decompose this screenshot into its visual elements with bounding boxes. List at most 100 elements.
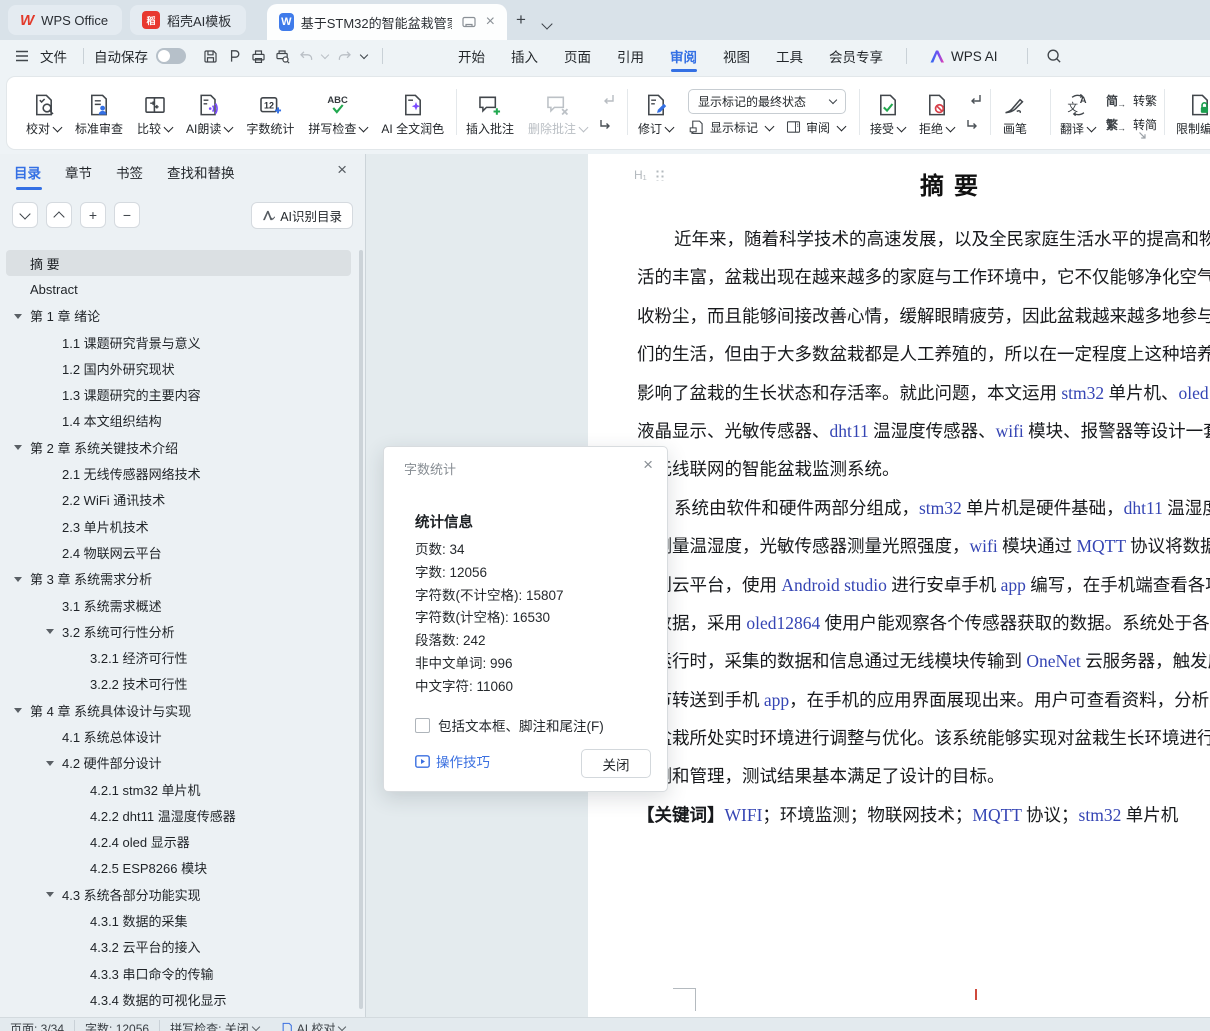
standard-review-button[interactable]: 标准审查	[68, 85, 130, 139]
toc-item[interactable]: 4.3.4 数据的可视化显示	[6, 986, 351, 1012]
undo-dropdown-icon[interactable]	[320, 46, 330, 66]
toc-item[interactable]: 第 2 章 系统关键技术介绍	[6, 434, 351, 460]
compare-button[interactable]: 比较	[130, 85, 179, 139]
menu-reference[interactable]: 引用	[604, 40, 657, 72]
toc-next-button[interactable]	[12, 202, 38, 228]
autosave-toggle[interactable]	[156, 48, 186, 64]
ai-recognize-toc-button[interactable]: AI识别目录	[251, 202, 353, 229]
menu-view[interactable]: 视图	[710, 40, 763, 72]
reject-button[interactable]: 拒绝	[912, 85, 961, 139]
collapse-triangle-icon[interactable]	[46, 629, 54, 634]
menu-page[interactable]: 页面	[551, 40, 604, 72]
checkbox-icon[interactable]	[415, 718, 430, 733]
traditional-to-simplified-button[interactable]: 繁→ 转简	[1106, 116, 1157, 133]
toc-collapse-button[interactable]: −	[114, 202, 140, 228]
print-preview-icon[interactable]	[272, 46, 292, 66]
toc-item[interactable]: 第 4 章 系统具体设计与实现	[6, 697, 351, 723]
next-comment-icon[interactable]	[598, 117, 616, 133]
menu-insert[interactable]: 插入	[498, 40, 551, 72]
toc-item[interactable]: 4.3.1 数据的采集	[6, 907, 351, 933]
search-icon[interactable]	[1044, 46, 1064, 66]
collapse-triangle-icon[interactable]	[14, 445, 22, 450]
toc-item[interactable]: 4.2 硬件部分设计	[6, 750, 351, 776]
toc-item[interactable]: 2.1 无线传感器网络技术	[6, 460, 351, 486]
next-change-icon[interactable]	[965, 117, 983, 133]
toc-item[interactable]: 1.3 课题研究的主要内容	[6, 381, 351, 407]
restrict-editing-button[interactable]: 限制编辑	[1169, 85, 1210, 139]
toc-item[interactable]: 4.3 系统各部分功能实现	[6, 881, 351, 907]
word-count-indicator[interactable]: 字数: 12056	[85, 1020, 149, 1031]
menu-home[interactable]: 开始	[445, 40, 498, 72]
tab-wps-office[interactable]: W WPS Office	[8, 5, 122, 35]
tips-link[interactable]: 操作技巧	[415, 751, 490, 771]
toc-item[interactable]: 3.2 系统可行性分析	[6, 618, 351, 644]
proofread-button[interactable]: 校对	[19, 85, 68, 139]
toc-item[interactable]: 1.1 课题研究背景与意义	[6, 329, 351, 355]
toc-item[interactable]: 2.3 单片机技术	[6, 513, 351, 539]
menu-review[interactable]: 审阅	[657, 40, 710, 72]
tab-document[interactable]: W 基于STM32的智能盆栽管家系统 ×	[267, 4, 507, 40]
toc-item[interactable]: 3.2.2 技术可行性	[6, 671, 351, 697]
spell-check-indicator[interactable]: 拼写检查: 关闭	[170, 1020, 259, 1031]
tab-list-chevron-icon[interactable]	[543, 13, 551, 33]
previous-comment-icon[interactable]	[598, 92, 616, 108]
quick-access-chevron-icon[interactable]	[358, 46, 370, 66]
close-tab-icon[interactable]: ×	[486, 13, 495, 31]
sidebar-tab-contents[interactable]: 目录	[14, 162, 41, 190]
collapse-triangle-icon[interactable]	[46, 761, 54, 766]
collapse-triangle-icon[interactable]	[14, 577, 22, 582]
menu-tools[interactable]: 工具	[763, 40, 816, 72]
toc-item[interactable]: 3.1 系统需求概述	[6, 592, 351, 618]
sidebar-tab-find-replace[interactable]: 查找和替换	[167, 162, 235, 190]
ai-proofread-indicator[interactable]: AI 校对	[281, 1020, 346, 1031]
redo-icon[interactable]	[334, 46, 354, 66]
accept-button[interactable]: 接受	[863, 85, 912, 139]
track-changes-button[interactable]: 修订	[631, 85, 680, 139]
toc-item[interactable]: 1.4 本文组织结构	[6, 408, 351, 434]
toc-item[interactable]: 4.2.1 stm32 单片机	[6, 776, 351, 802]
sidebar-tab-bookmarks[interactable]: 书签	[116, 162, 143, 190]
collapse-triangle-icon[interactable]	[46, 892, 54, 897]
document-page[interactable]: H₁ 摘 要 近年来，随着科学技术的高速发展，以及全民家庭生活水平的提高和物质生…	[588, 154, 1210, 1017]
print-icon[interactable]	[248, 46, 268, 66]
hamburger-icon[interactable]	[12, 46, 32, 66]
menu-member[interactable]: 会员专享	[816, 40, 896, 72]
close-button[interactable]: 关闭	[581, 749, 651, 778]
sidebar-close-icon[interactable]: ×	[337, 160, 347, 180]
ai-polish-button[interactable]: AI 全文润色	[374, 85, 451, 139]
show-markup-button[interactable]: 显示标记	[688, 119, 773, 136]
toc-item[interactable]: 第 3 章 系统需求分析	[6, 566, 351, 592]
review-pane-button[interactable]: 审阅	[785, 119, 845, 136]
new-tab-icon[interactable]: +	[516, 10, 526, 30]
toc-item[interactable]: 2.4 物联网云平台	[6, 539, 351, 565]
toc-expand-button[interactable]: +	[80, 202, 106, 228]
simplified-to-traditional-button[interactable]: 简→ 转繁	[1106, 92, 1157, 109]
file-menu[interactable]: 文件	[34, 40, 73, 72]
page-indicator[interactable]: 页面: 3/34	[10, 1020, 64, 1031]
delete-comment-button[interactable]: 删除批注	[521, 85, 594, 139]
sidebar-scrollbar[interactable]	[359, 250, 363, 1009]
toc-item[interactable]: 4.2.5 ESP8266 模块	[6, 855, 351, 881]
group-expand-icon[interactable]	[1138, 131, 1147, 140]
export-pdf-icon[interactable]	[224, 46, 244, 66]
toc-item[interactable]: 1.2 国内外研究现状	[6, 355, 351, 381]
toc-item[interactable]: 第 1 章 绪论	[6, 303, 351, 329]
wps-ai-button[interactable]: WPS AI	[917, 40, 1011, 72]
ink-pen-button[interactable]: 画笔	[995, 85, 1035, 139]
sidebar-tab-chapters[interactable]: 章节	[65, 162, 92, 190]
toc-item[interactable]: 4.2.4 oled 显示器	[6, 829, 351, 855]
toc-item[interactable]: 4.3.2 云平台的接入	[6, 934, 351, 960]
toc-item[interactable]: 3.2.1 经济可行性	[6, 644, 351, 670]
toc-item[interactable]: 4.3.3 串口命令的传输	[6, 960, 351, 986]
ai-read-aloud-button[interactable]: AI朗读	[179, 85, 239, 139]
toc-item[interactable]: 4.1 系统总体设计	[6, 723, 351, 749]
toc-item[interactable]: 4.2.2 dht11 温湿度传感器	[6, 802, 351, 828]
undo-icon[interactable]	[296, 46, 316, 66]
translate-button[interactable]: 文A 翻译	[1053, 85, 1102, 139]
toc-previous-button[interactable]	[46, 202, 72, 228]
collapse-triangle-icon[interactable]	[14, 314, 22, 319]
toc-item[interactable]: 摘 要	[6, 250, 351, 276]
insert-comment-button[interactable]: 插入批注	[459, 85, 521, 139]
save-icon[interactable]	[200, 46, 220, 66]
collapse-triangle-icon[interactable]	[14, 708, 22, 713]
